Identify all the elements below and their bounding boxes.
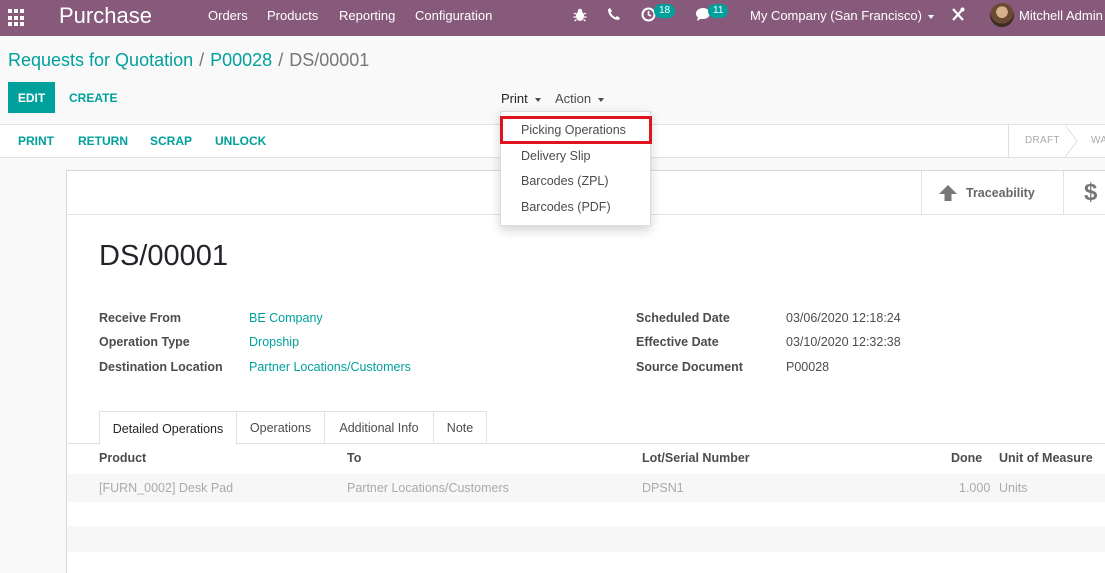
- menu-item-delivery-slip[interactable]: Delivery Slip: [521, 149, 590, 163]
- table-row-empty: [67, 526, 1105, 552]
- breadcrumb-current: DS/00001: [289, 50, 370, 70]
- menu-item-barcodes-pdf[interactable]: Barcodes (PDF): [521, 200, 611, 214]
- tab-additional-info[interactable]: Additional Info: [324, 411, 434, 444]
- receive-from-label: Receive From: [99, 311, 181, 325]
- menu-reporting[interactable]: Reporting: [339, 8, 395, 23]
- breadcrumb-rfq-link[interactable]: Requests for Quotation: [8, 50, 193, 70]
- operation-type-label: Operation Type: [99, 335, 190, 349]
- tab-detailed-operations[interactable]: Detailed Operations: [99, 411, 237, 445]
- tab-note[interactable]: Note: [433, 411, 487, 444]
- stage-draft[interactable]: DRAFT: [1025, 135, 1060, 146]
- stage-chevron-icon: [1064, 125, 1078, 157]
- edit-button[interactable]: EDIT: [8, 82, 55, 113]
- menu-orders[interactable]: Orders: [208, 8, 248, 23]
- cell-lot-serial: DPSN1: [642, 481, 684, 495]
- cell-product: [FURN_0002] Desk Pad: [99, 481, 234, 495]
- breadcrumb-po-link[interactable]: P00028: [210, 50, 272, 70]
- caret-down-icon: [534, 97, 541, 102]
- caret-down-icon: [927, 14, 934, 19]
- phone-icon[interactable]: [607, 7, 621, 24]
- scheduled-date-label: Scheduled Date: [636, 311, 730, 325]
- breadcrumb: Requests for Quotation / P00028/DS/00001: [8, 50, 369, 71]
- dollar-icon: $: [1084, 179, 1098, 206]
- caret-down-icon: [598, 97, 605, 102]
- print-dropdown-label: Print: [501, 91, 528, 106]
- scheduled-date-value: 03/06/2020 12:18:24: [786, 311, 901, 325]
- app-name[interactable]: Purchase: [59, 3, 152, 29]
- source-document-value: P00028: [786, 360, 830, 374]
- traceability-button[interactable]: Traceability: [921, 171, 1063, 215]
- action-dropdown-label: Action: [555, 91, 592, 106]
- print-dropdown-toggle[interactable]: Print: [501, 91, 541, 106]
- breadcrumb-separator: /: [199, 50, 205, 70]
- cell-to: Partner Locations/Customers: [347, 481, 509, 495]
- record-title: DS/00001: [99, 240, 228, 272]
- menu-item-barcodes-zpl[interactable]: Barcodes (ZPL): [521, 174, 609, 188]
- valuation-button[interactable]: $: [1063, 171, 1105, 215]
- cell-done: 1.000: [959, 481, 991, 495]
- receive-from-value[interactable]: BE Company: [249, 311, 323, 325]
- debug-bug-icon[interactable]: [573, 7, 587, 26]
- destination-location-value[interactable]: Partner Locations/Customers: [249, 360, 411, 374]
- source-document-label: Source Document: [636, 360, 743, 374]
- column-header-done[interactable]: Done: [951, 451, 982, 465]
- stage-divider: [1008, 125, 1009, 157]
- effective-date-value: 03/10/2020 12:32:38: [786, 335, 901, 349]
- column-header-product[interactable]: Product: [99, 451, 146, 465]
- cell-uom: Units: [999, 481, 1028, 495]
- create-button[interactable]: CREATE: [69, 91, 117, 105]
- tab-operations[interactable]: Operations: [236, 411, 325, 444]
- scrap-button[interactable]: SCRAP: [150, 134, 192, 148]
- messages-count-badge: 11: [708, 4, 729, 18]
- destination-location-label: Destination Location: [99, 360, 223, 374]
- apps-menu-icon[interactable]: [8, 9, 26, 27]
- effective-date-label: Effective Date: [636, 335, 719, 349]
- unlock-button[interactable]: UNLOCK: [215, 134, 266, 148]
- activity-count-badge: 18: [654, 4, 676, 18]
- column-header-uom[interactable]: Unit of Measure: [999, 451, 1093, 465]
- menu-products[interactable]: Products: [267, 8, 318, 23]
- column-header-lot-serial[interactable]: Lot/Serial Number: [642, 451, 750, 465]
- print-button[interactable]: PRINT: [18, 134, 54, 148]
- highlight-box: [500, 116, 652, 144]
- breadcrumb-separator: /: [278, 50, 284, 70]
- action-dropdown-toggle[interactable]: Action: [555, 91, 605, 106]
- tools-icon[interactable]: [951, 7, 965, 25]
- arrow-up-icon: [939, 185, 957, 201]
- return-button[interactable]: RETURN: [78, 134, 128, 148]
- company-switcher[interactable]: My Company (San Francisco): [750, 8, 934, 23]
- traceability-label: Traceability: [966, 186, 1035, 200]
- stage-waiting[interactable]: WA: [1091, 135, 1105, 146]
- top-navbar: Purchase Orders Products Reporting Confi…: [0, 0, 1105, 36]
- user-avatar[interactable]: [990, 3, 1014, 27]
- user-name[interactable]: Mitchell Admin: [1019, 8, 1103, 23]
- operation-type-value[interactable]: Dropship: [249, 335, 299, 349]
- column-header-to[interactable]: To: [347, 451, 361, 465]
- company-name: My Company (San Francisco): [750, 8, 922, 23]
- menu-configuration[interactable]: Configuration: [415, 8, 492, 23]
